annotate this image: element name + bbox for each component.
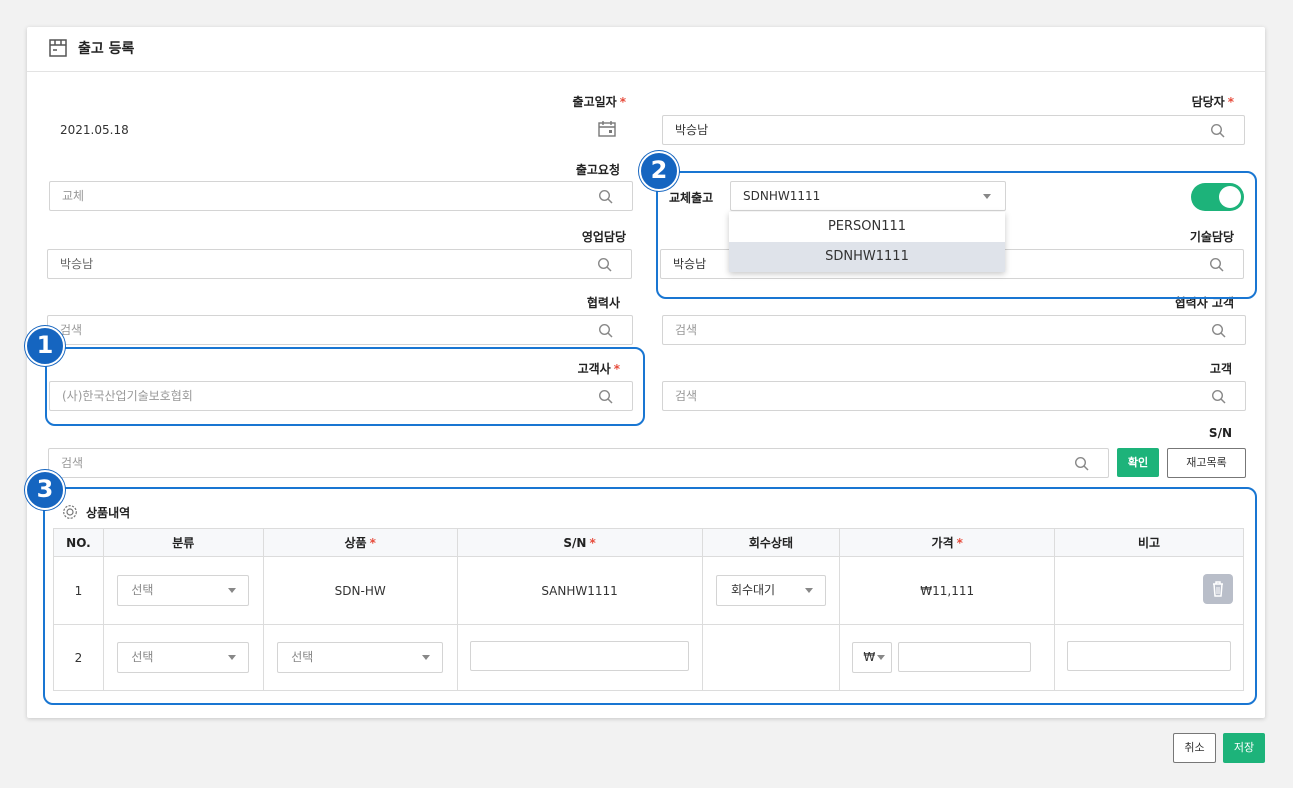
highlight-box-1	[45, 347, 645, 426]
confirm-button[interactable]: 확인	[1117, 448, 1159, 477]
manager-label: 담당자 *	[1191, 95, 1234, 109]
ship-request-value: 교체	[62, 189, 85, 203]
search-icon[interactable]	[1211, 389, 1227, 405]
customer-label: 고객	[1209, 362, 1232, 376]
partner-customer-placeholder: 검색	[675, 323, 698, 337]
step-badge-2: 2	[639, 151, 679, 191]
search-icon[interactable]	[598, 323, 614, 339]
partner-input[interactable]: 검색	[47, 315, 633, 345]
search-icon[interactable]	[598, 189, 614, 205]
sales-manager-label: 영업담당	[581, 230, 626, 244]
step-badge-1: 1	[25, 326, 65, 366]
search-icon[interactable]	[1074, 456, 1090, 472]
search-icon[interactable]	[597, 257, 613, 273]
save-button[interactable]: 저장	[1223, 733, 1265, 763]
package-icon	[49, 39, 67, 57]
page-title: 출고 등록	[78, 41, 135, 57]
customer-input[interactable]: 검색	[662, 381, 1246, 411]
calendar-icon[interactable]	[597, 119, 617, 139]
step-badge-3: 3	[25, 470, 65, 510]
ship-request-input[interactable]: 교체	[49, 181, 633, 211]
manager-input[interactable]: 박승남	[662, 115, 1245, 145]
card-header: 출고 등록	[27, 27, 1265, 72]
sn-label: S/N	[1208, 426, 1232, 440]
ship-date-label: 출고일자 *	[572, 95, 626, 109]
sn-search-input[interactable]: 검색	[48, 448, 1109, 478]
partner-label: 협력사	[586, 296, 620, 310]
stock-list-button[interactable]: 재고목록	[1167, 448, 1246, 478]
cancel-button[interactable]: 취소	[1173, 733, 1216, 763]
customer-placeholder: 검색	[675, 389, 698, 403]
sales-manager-value: 박승남	[60, 257, 94, 271]
ship-date-value: 2021.05.18	[60, 123, 129, 137]
search-icon[interactable]	[1210, 123, 1226, 139]
highlight-box-2	[656, 171, 1257, 299]
manager-value: 박승남	[675, 123, 709, 137]
sales-manager-input[interactable]: 박승남	[47, 249, 632, 279]
sn-placeholder: 검색	[61, 456, 84, 470]
ship-request-label: 출고요청	[575, 163, 620, 177]
highlight-box-3	[43, 487, 1257, 705]
partner-customer-input[interactable]: 검색	[662, 315, 1246, 345]
search-icon[interactable]	[1211, 323, 1227, 339]
partner-placeholder: 검색	[60, 323, 83, 337]
